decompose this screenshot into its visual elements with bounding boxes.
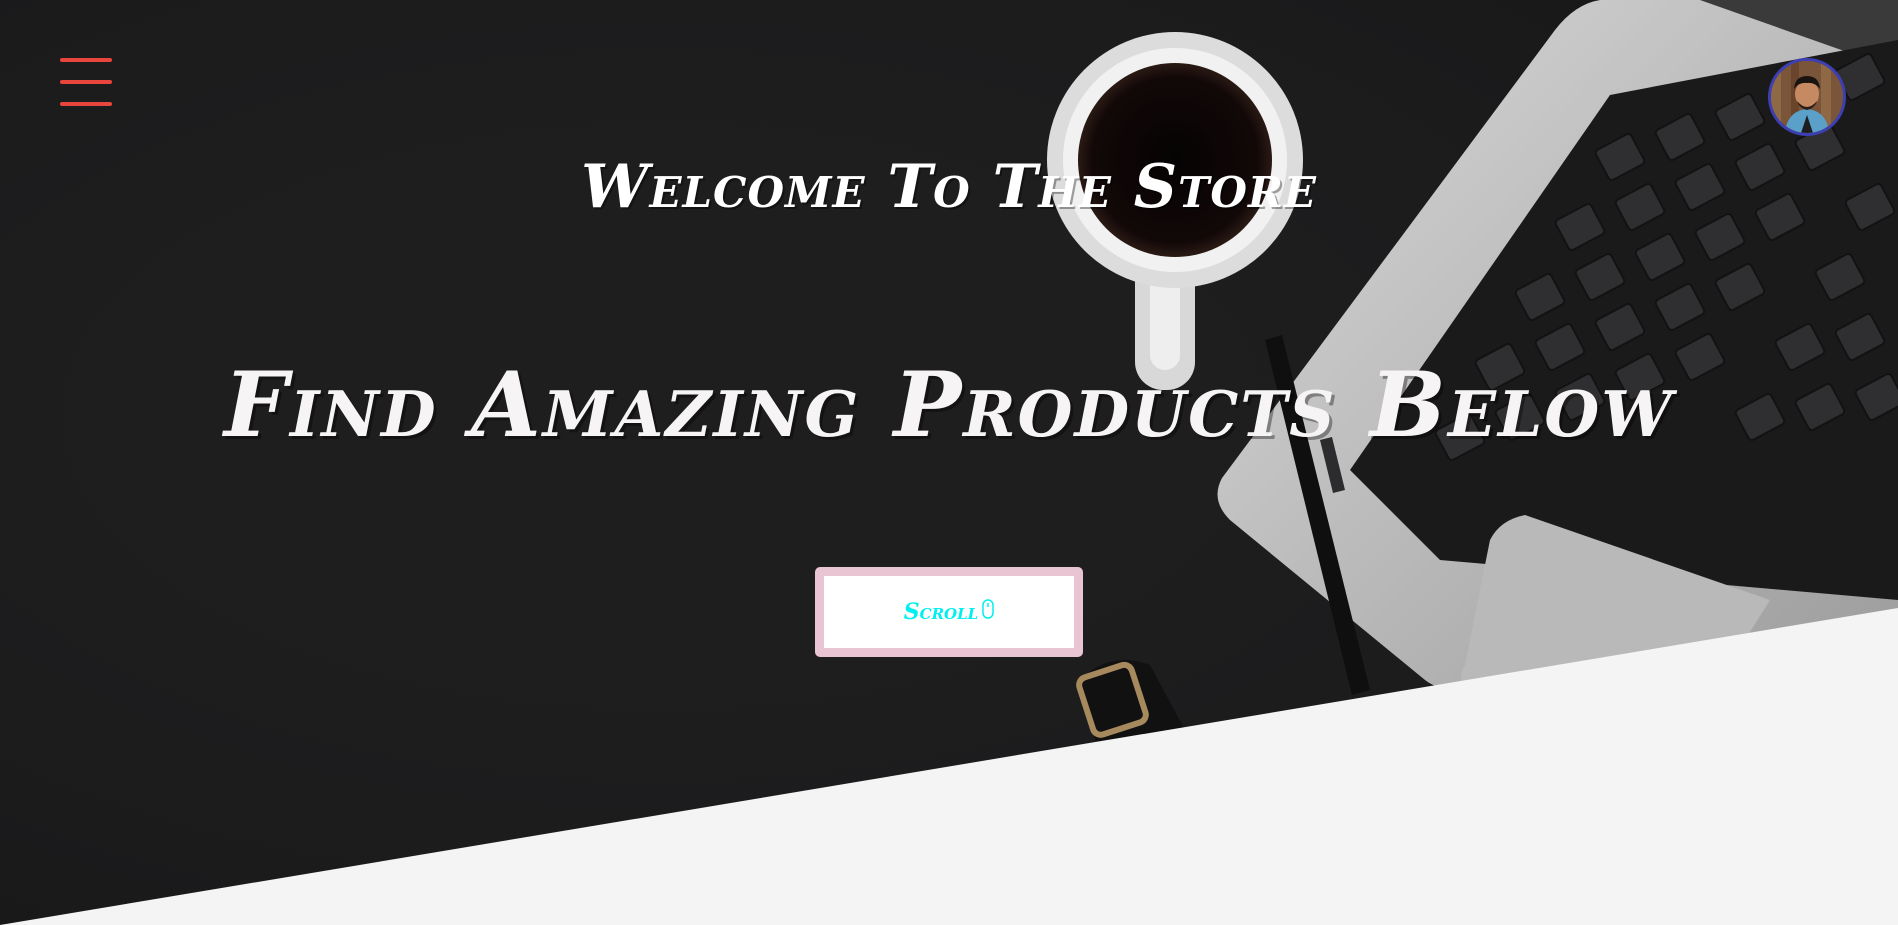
menu-bar-middle bbox=[60, 80, 112, 84]
welcome-heading: Welcome To The Store bbox=[581, 152, 1317, 222]
user-avatar[interactable] bbox=[1768, 58, 1846, 136]
scroll-button-label: Scroll bbox=[903, 599, 979, 625]
scroll-button[interactable]: Scroll bbox=[815, 567, 1083, 657]
menu-bar-bottom bbox=[60, 102, 112, 106]
hero-background-image bbox=[0, 0, 1898, 925]
avatar-photo bbox=[1771, 61, 1843, 133]
hero-section: Welcome To The Store Find Amazing Produc… bbox=[0, 0, 1898, 925]
hamburger-menu-icon[interactable] bbox=[58, 56, 114, 110]
hero-headline: Find Amazing Products Below bbox=[224, 352, 1674, 458]
menu-bar-top bbox=[60, 58, 112, 62]
mouse-icon bbox=[982, 599, 994, 619]
